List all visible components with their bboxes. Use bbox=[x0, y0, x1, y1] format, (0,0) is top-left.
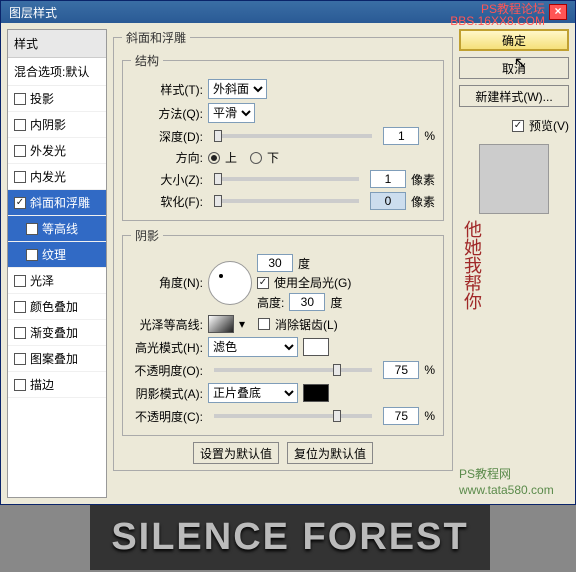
style-label: 样式(T): bbox=[131, 81, 203, 98]
sidebar-item-5[interactable]: 等高线 bbox=[8, 216, 106, 242]
shadow-opacity-slider[interactable] bbox=[214, 414, 372, 418]
sidebar-item-label: 颜色叠加 bbox=[30, 298, 78, 315]
sidebar-item-label: 内阴影 bbox=[30, 116, 66, 133]
technique-label: 方法(Q): bbox=[131, 105, 203, 122]
sidebar-item-3[interactable]: 内发光 bbox=[8, 164, 106, 190]
site-watermark: PS教程网 www.tata580.com bbox=[459, 466, 569, 498]
highlight-mode-label: 高光模式(H): bbox=[131, 339, 203, 356]
depth-slider[interactable] bbox=[214, 134, 372, 138]
sidebar-checkbox[interactable]: ✓ bbox=[14, 197, 26, 209]
close-icon[interactable]: × bbox=[549, 4, 567, 20]
shading-group: 阴影 角度(N): 度 ✓ 使用全局光(G) bbox=[122, 227, 444, 436]
structure-group: 结构 样式(T): 外斜面 方法(Q): 平滑 深度(D): % bbox=[122, 52, 444, 221]
sidebar-checkbox[interactable] bbox=[14, 119, 26, 131]
angle-label: 角度(N): bbox=[131, 274, 203, 291]
sidebar-item-label: 描边 bbox=[30, 376, 54, 393]
sidebar-header: 样式 bbox=[8, 30, 106, 58]
sidebar-item-label: 图案叠加 bbox=[30, 350, 78, 367]
dialog-buttons: 确定 取消 新建样式(W)... ✓ 预览(V) 他她我帮你 PS教程网 www… bbox=[459, 29, 569, 498]
sidebar-checkbox[interactable] bbox=[14, 93, 26, 105]
angle-input[interactable] bbox=[257, 254, 293, 272]
cancel-button[interactable]: 取消 bbox=[459, 57, 569, 79]
style-select[interactable]: 外斜面 bbox=[208, 79, 267, 99]
preview-thumbnail bbox=[479, 144, 549, 214]
sidebar-item-7[interactable]: 光泽 bbox=[8, 268, 106, 294]
watermark: PS教程论坛 BBS.16XX8.COM bbox=[450, 3, 545, 27]
sidebar-checkbox[interactable] bbox=[14, 379, 26, 391]
highlight-opacity-input[interactable] bbox=[383, 361, 419, 379]
highlight-color-swatch[interactable] bbox=[303, 338, 329, 356]
sidebar-item-label: 斜面和浮雕 bbox=[30, 194, 90, 211]
sidebar-item-9[interactable]: 渐变叠加 bbox=[8, 320, 106, 346]
ok-button[interactable]: 确定 bbox=[459, 29, 569, 51]
highlight-opacity-slider[interactable] bbox=[214, 368, 372, 372]
background-preview: SILENCE FOREST bbox=[90, 505, 490, 570]
sidebar-item-label: 光泽 bbox=[30, 272, 54, 289]
sidebar-item-11[interactable]: 描边 bbox=[8, 372, 106, 398]
direction-label: 方向: bbox=[131, 149, 203, 166]
gloss-contour-picker[interactable] bbox=[208, 315, 234, 333]
size-input[interactable] bbox=[370, 170, 406, 188]
direction-up-radio[interactable] bbox=[208, 152, 220, 164]
sidebar-item-label: 渐变叠加 bbox=[30, 324, 78, 341]
styles-sidebar: 样式 混合选项:默认 投影内阴影外发光内发光 ✓ 斜面和浮雕等高线纹理光泽颜色叠加渐… bbox=[7, 29, 107, 498]
sidebar-item-2[interactable]: 外发光 bbox=[8, 138, 106, 164]
sidebar-checkbox[interactable] bbox=[14, 145, 26, 157]
sidebar-checkbox[interactable] bbox=[26, 249, 38, 261]
panel-title: 斜面和浮雕 bbox=[122, 29, 190, 46]
sidebar-item-label: 外发光 bbox=[30, 142, 66, 159]
sidebar-item-6[interactable]: 纹理 bbox=[8, 242, 106, 268]
chevron-down-icon[interactable]: ▾ bbox=[239, 317, 245, 331]
shadow-mode-select[interactable]: 正片叠底 bbox=[208, 383, 298, 403]
sidebar-item-label: 纹理 bbox=[42, 246, 66, 263]
sidebar-item-10[interactable]: 图案叠加 bbox=[8, 346, 106, 372]
gloss-contour-label: 光泽等高线: bbox=[131, 316, 203, 333]
shadow-opacity-input[interactable] bbox=[383, 407, 419, 425]
sidebar-checkbox[interactable] bbox=[26, 223, 38, 235]
highlight-opacity-label: 不透明度(O): bbox=[131, 362, 203, 379]
sidebar-item-1[interactable]: 内阴影 bbox=[8, 112, 106, 138]
sidebar-checkbox[interactable] bbox=[14, 353, 26, 365]
sidebar-item-label: 投影 bbox=[30, 90, 54, 107]
altitude-label: 高度: bbox=[257, 294, 284, 311]
bevel-panel: 斜面和浮雕 结构 样式(T): 外斜面 方法(Q): 平滑 深度(D): bbox=[113, 29, 453, 498]
global-light-checkbox[interactable]: ✓ bbox=[257, 277, 269, 289]
angle-dial[interactable] bbox=[208, 261, 252, 305]
sidebar-checkbox[interactable] bbox=[14, 327, 26, 339]
sidebar-item-0[interactable]: 投影 bbox=[8, 86, 106, 112]
sidebar-item-label: 内发光 bbox=[30, 168, 66, 185]
shadow-color-swatch[interactable] bbox=[303, 384, 329, 402]
sidebar-item-8[interactable]: 颜色叠加 bbox=[8, 294, 106, 320]
sidebar-default[interactable]: 混合选项:默认 bbox=[8, 58, 106, 86]
direction-down-radio[interactable] bbox=[250, 152, 262, 164]
reset-default-button[interactable]: 复位为默认值 bbox=[287, 442, 373, 464]
highlight-mode-select[interactable]: 滤色 bbox=[208, 337, 298, 357]
preview-checkbox[interactable]: ✓ bbox=[512, 120, 524, 132]
size-label: 大小(Z): bbox=[131, 171, 203, 188]
decorative-text: 他她我帮你 bbox=[459, 220, 569, 460]
sidebar-checkbox[interactable] bbox=[14, 171, 26, 183]
dialog-title: 图层样式 bbox=[9, 4, 57, 21]
altitude-input[interactable] bbox=[289, 293, 325, 311]
sidebar-item-4[interactable]: ✓ 斜面和浮雕 bbox=[8, 190, 106, 216]
sidebar-item-label: 等高线 bbox=[42, 220, 78, 237]
layer-style-dialog: 图层样式 × PS教程论坛 BBS.16XX8.COM 样式 混合选项:默认 投… bbox=[0, 0, 576, 505]
soften-label: 软化(F): bbox=[131, 193, 203, 210]
make-default-button[interactable]: 设置为默认值 bbox=[193, 442, 279, 464]
background-text: SILENCE FOREST bbox=[111, 516, 468, 559]
soften-input[interactable] bbox=[370, 192, 406, 210]
soften-slider[interactable] bbox=[214, 199, 359, 203]
bevel-fieldset: 斜面和浮雕 结构 样式(T): 外斜面 方法(Q): 平滑 深度(D): bbox=[113, 29, 453, 471]
shadow-mode-label: 阴影模式(A): bbox=[131, 385, 203, 402]
sidebar-checkbox[interactable] bbox=[14, 301, 26, 313]
technique-select[interactable]: 平滑 bbox=[208, 103, 255, 123]
new-style-button[interactable]: 新建样式(W)... bbox=[459, 85, 569, 107]
sidebar-checkbox[interactable] bbox=[14, 275, 26, 287]
shadow-opacity-label: 不透明度(C): bbox=[131, 408, 203, 425]
depth-label: 深度(D): bbox=[131, 128, 203, 145]
size-slider[interactable] bbox=[214, 177, 359, 181]
depth-input[interactable] bbox=[383, 127, 419, 145]
antialias-checkbox[interactable] bbox=[258, 318, 270, 330]
